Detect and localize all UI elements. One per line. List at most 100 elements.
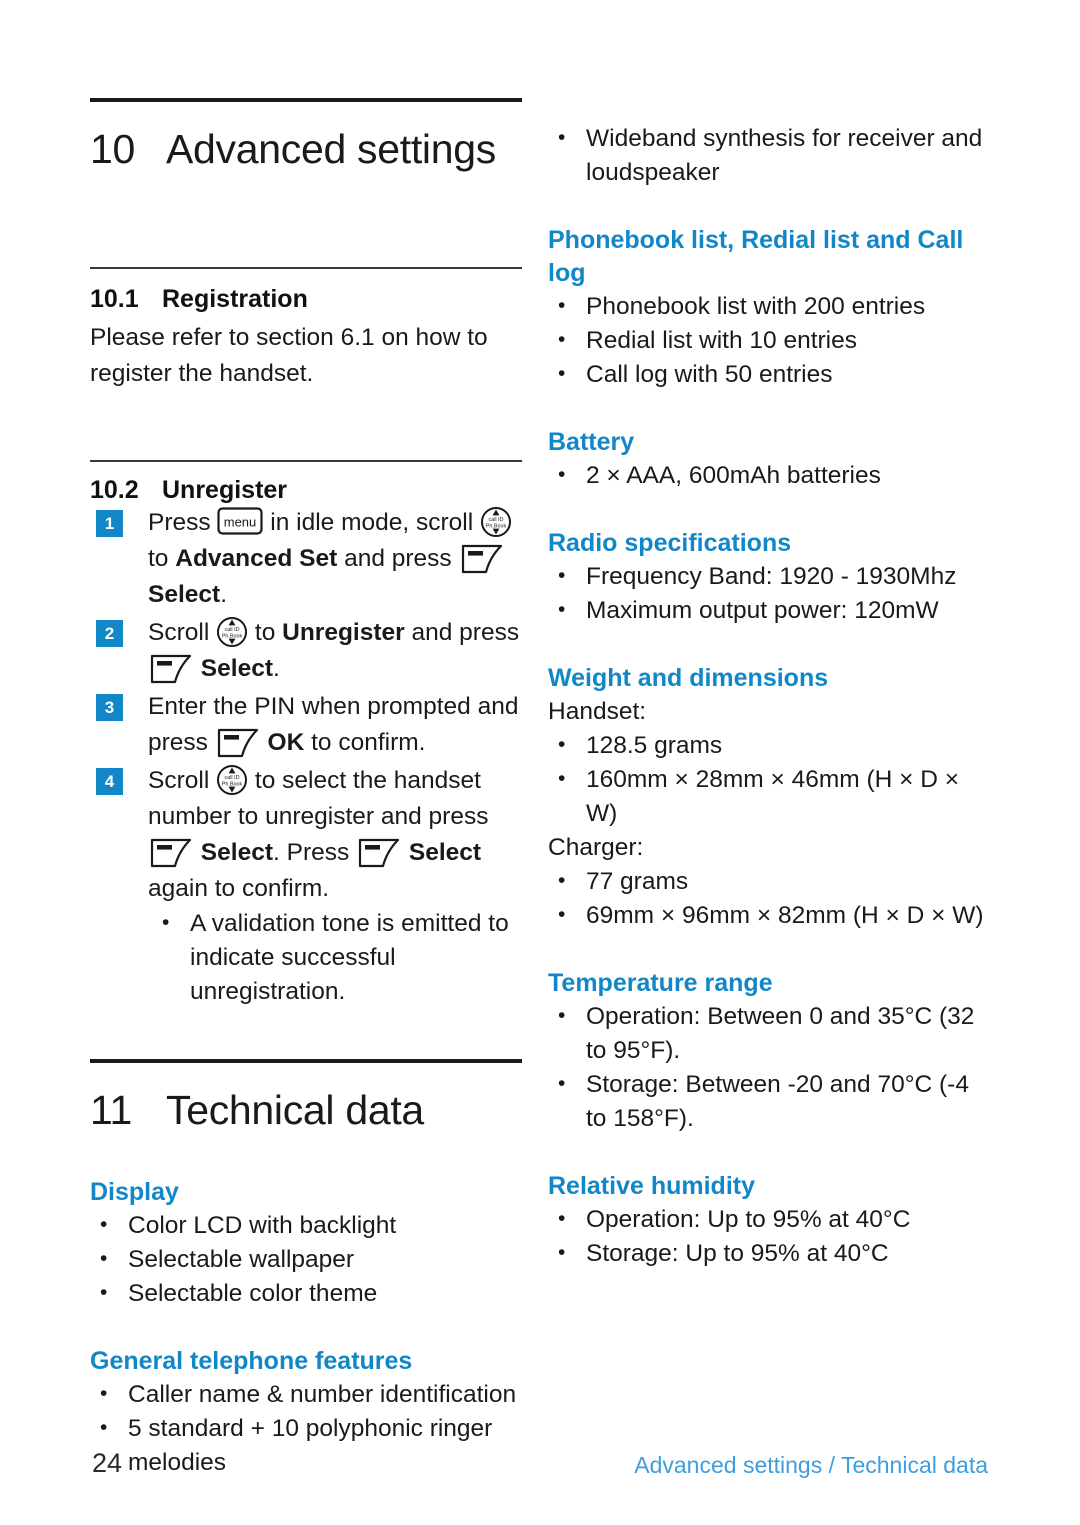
spec-bullet-item: Selectable wallpaper — [90, 1242, 530, 1277]
step-text: Scroll call ID Ph.Book to select the hand… — [148, 764, 488, 902]
section-number-10-1: 10.1 — [90, 285, 139, 313]
step-text: Enter the PIN when prompted and press OK… — [148, 693, 518, 759]
step-number-badge: 2 — [96, 620, 123, 647]
left-spec-groups: DisplayColor LCD with backlightSelectabl… — [90, 1176, 530, 1480]
spec-bullet-item: Frequency Band: 1920 - 1930Mhz — [548, 559, 988, 594]
navigation-key-icon: call ID Ph.Book — [216, 616, 248, 648]
spec-subgroup-label: Charger: — [548, 834, 644, 861]
spec-bullet-item: Color LCD with backlight — [90, 1208, 530, 1243]
spec-subgroup-label: Handset: — [548, 698, 647, 725]
soft-key-icon — [215, 727, 261, 759]
spec-bullet-list: Color LCD with backlightSelectable wallp… — [90, 1208, 530, 1311]
step-text: Scroll call ID Ph.Book to Unregister and … — [148, 616, 519, 685]
section-number-10-2: 10.2 — [90, 476, 139, 504]
section-title-10-2: Unregister — [162, 476, 288, 504]
spec-group-heading: Radio specifications — [548, 529, 792, 557]
spec-bullet-item: Phonebook list with 200 entries — [548, 289, 988, 324]
spec-bullet-list: 77 grams69mm × 96mm × 82mm (H × D × W) — [548, 864, 988, 933]
footer-running-title: Advanced settings / Technical data — [634, 1452, 988, 1478]
sub-bullet-item: A validation tone is emitted to indicate… — [148, 906, 530, 1009]
svg-text:Ph.Book: Ph.Book — [486, 524, 507, 530]
spec-bullet-item: Redial list with 10 entries — [548, 323, 988, 358]
step-text: Press menu in idle mode, scroll call ID P… — [148, 506, 512, 608]
spec-bullet-list: 128.5 grams160mm × 28mm × 46mm (H × D × … — [548, 728, 988, 831]
spec-group-heading: General telephone features — [90, 1347, 413, 1375]
footer-page-number: 24 — [92, 1448, 123, 1478]
spec-bullet-list: Frequency Band: 1920 - 1930MhzMaximum ou… — [548, 559, 988, 628]
spec-bullet-item: 2 × AAA, 600mAh batteries — [548, 458, 988, 493]
spec-bullet-item: Operation: Between 0 and 35°C (32 to 95°… — [548, 999, 988, 1068]
spec-bullet-item: Storage: Between -20 and 70°C (-4 to 158… — [548, 1067, 988, 1136]
spec-bullet-item: 160mm × 28mm × 46mm (H × D × W) — [548, 762, 988, 831]
spec-bullet-item: Operation: Up to 95% at 40°C — [548, 1202, 988, 1237]
spec-bullet-item: 5 standard + 10 polyphonic ringer melodi… — [90, 1411, 530, 1480]
step-item: 4 Scroll call ID Ph.Book to select the han… — [90, 763, 530, 1009]
step-number-badge: 3 — [96, 694, 123, 721]
spec-bullet-item: 77 grams — [548, 864, 988, 899]
spec-bullet-item: Caller name & number identification — [90, 1377, 530, 1412]
spec-bullet-item: Maximum output power: 120mW — [548, 593, 988, 628]
spec-bullet-item: 128.5 grams — [548, 728, 988, 763]
spec-bullet-list: Caller name & number identification5 sta… — [90, 1377, 530, 1480]
step-item: 2 Scroll call ID Ph.Book to Unregister and… — [90, 615, 530, 687]
spec-bullet-item: Call log with 50 entries — [548, 357, 988, 392]
emphasis-text: Unregister — [282, 619, 405, 646]
continued-bullets: Wideband synthesis for receiver and loud… — [548, 121, 988, 190]
emphasis-text: OK — [260, 729, 305, 756]
spec-group-heading: Display — [90, 1178, 179, 1206]
spec-bullet-list: Phonebook list with 200 entriesRedial li… — [548, 289, 988, 392]
spec-group-heading: Weight and dimensions — [548, 664, 829, 692]
emphasis-text: Select — [148, 581, 221, 608]
spec-bullet-list: Operation: Up to 95% at 40°CStorage: Up … — [548, 1202, 988, 1271]
svg-text:call ID: call ID — [488, 517, 503, 523]
chapter-title-11: Technical data — [166, 1087, 424, 1133]
chapter-number-10: 10 — [90, 126, 136, 172]
emphasis-text: Select — [194, 839, 273, 866]
menu-key-icon: menu — [217, 507, 264, 535]
emphasis-text: Select — [194, 655, 273, 682]
soft-key-icon — [148, 653, 194, 685]
spec-bullet-item: Storage: Up to 95% at 40°C — [548, 1236, 988, 1271]
section-title-10-1: Registration — [162, 285, 308, 313]
svg-text:menu: menu — [224, 515, 257, 530]
section-heading-10-1: 10.1 Registration — [90, 285, 530, 314]
navigation-key-icon: call ID Ph.Book — [216, 764, 248, 796]
spec-bullet-item: Selectable color theme — [90, 1276, 530, 1311]
chapter-title-10: Advanced settings — [166, 126, 496, 172]
step-number-badge: 1 — [96, 510, 123, 537]
soft-key-icon — [148, 837, 194, 869]
step-item: 1 Press menu in idle mode, scroll call ID… — [90, 505, 530, 613]
unregister-steps: 1 Press menu in idle mode, scroll call ID… — [90, 505, 530, 1009]
right-spec-groups: Phonebook list, Redial list and Call log… — [548, 190, 988, 1271]
chapter-heading-10: 10 Advanced settings — [90, 126, 530, 173]
section-heading-10-2: 10.2 Unregister — [90, 476, 530, 505]
emphasis-text: Select — [402, 839, 482, 866]
soft-key-icon — [356, 837, 402, 869]
continued-bullet-item: Wideband synthesis for receiver and loud… — [548, 121, 988, 190]
step-sub-bullets: A validation tone is emitted to indicate… — [148, 906, 530, 1009]
navigation-key-icon: call ID Ph.Book — [480, 506, 512, 538]
chapter-heading-11: 11 Technical data — [90, 1087, 530, 1134]
emphasis-text: Advanced Set — [175, 545, 338, 572]
step-number-badge: 4 — [96, 768, 123, 795]
chapter-number-11: 11 — [90, 1087, 132, 1133]
soft-key-icon — [459, 543, 505, 575]
spec-bullet-item: 69mm × 96mm × 82mm (H × D × W) — [548, 898, 988, 933]
section-10-1-body: Please refer to section 6.1 on how to re… — [90, 324, 488, 387]
left-column: 10 Advanced settings 10.1 Registration P… — [90, 0, 530, 1480]
spec-bullet-list: Operation: Between 0 and 35°C (32 to 95°… — [548, 999, 988, 1136]
svg-text:call ID: call ID — [225, 775, 240, 781]
spec-group-heading: Relative humidity — [548, 1172, 755, 1200]
spec-group-heading: Temperature range — [548, 969, 773, 997]
svg-text:Ph.Book: Ph.Book — [222, 782, 243, 788]
spec-group-heading: Battery — [548, 428, 635, 456]
step-item: 3 Enter the PIN when prompted and press O… — [90, 689, 530, 761]
spec-group-heading: Phonebook list, Redial list and Call log — [548, 226, 964, 287]
manual-page: 10 Advanced settings 10.1 Registration P… — [0, 0, 1080, 1525]
